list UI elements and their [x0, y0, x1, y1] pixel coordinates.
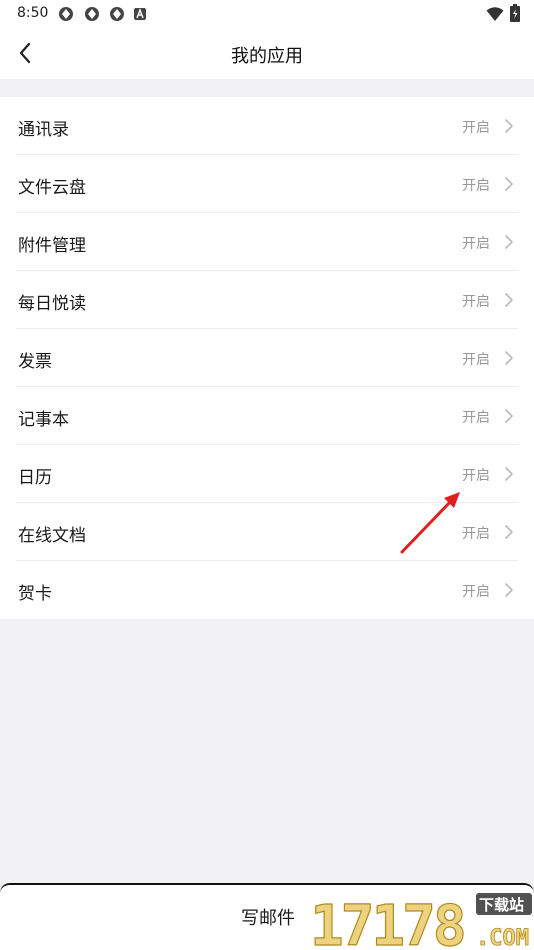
status-bar: 8:50: [0, 0, 534, 28]
item-label: 附件管理: [18, 236, 86, 256]
app-notification-icon: [85, 7, 99, 21]
item-label: 日历: [18, 468, 52, 488]
chevron-right-icon: [505, 351, 513, 365]
nav-bar: 我的应用: [0, 28, 534, 79]
item-label: 发票: [18, 352, 52, 372]
watermark-logo: 17178 下载站 .COM: [309, 893, 532, 950]
item-label: 记事本: [18, 410, 69, 430]
item-status: 开启: [462, 236, 490, 252]
wifi-icon: [486, 7, 504, 21]
list-item-daily-reading[interactable]: 每日悦读 开启: [0, 271, 534, 329]
chevron-right-icon: [505, 583, 513, 597]
list-item-online-docs[interactable]: 在线文档 开启: [0, 503, 534, 561]
list-item-contacts[interactable]: 通讯录 开启: [0, 97, 534, 155]
item-status: 开启: [462, 178, 490, 194]
item-label: 通讯录: [18, 120, 69, 140]
app-list: 通讯录 开启 文件云盘 开启 附件管理 开启 每日悦读 开启 发票 开启 记事本…: [0, 97, 534, 619]
svg-text:.COM: .COM: [476, 926, 529, 950]
item-status: 开启: [462, 584, 490, 600]
chevron-right-icon: [505, 235, 513, 249]
list-item-attachments[interactable]: 附件管理 开启: [0, 213, 534, 271]
svg-text:17178: 17178: [310, 894, 464, 950]
app-notification-icon: [59, 7, 73, 21]
list-item-invoice[interactable]: 发票 开启: [0, 329, 534, 387]
list-item-greeting-card[interactable]: 贺卡 开启: [0, 561, 534, 619]
chevron-right-icon: [505, 293, 513, 307]
item-label: 文件云盘: [18, 178, 86, 198]
item-status: 开启: [462, 120, 490, 136]
item-label: 在线文档: [18, 526, 86, 546]
item-status: 开启: [462, 468, 490, 484]
chevron-right-icon: [505, 409, 513, 423]
item-status: 开启: [462, 352, 490, 368]
chevron-right-icon: [505, 119, 513, 133]
list-item-calendar[interactable]: 日历 开启: [0, 445, 534, 503]
list-item-notepad[interactable]: 记事本 开启: [0, 387, 534, 445]
item-status: 开启: [462, 526, 490, 542]
chevron-right-icon: [505, 467, 513, 481]
list-item-cloud-drive[interactable]: 文件云盘 开启: [0, 155, 534, 213]
page-title: 我的应用: [231, 46, 303, 67]
item-status: 开启: [462, 294, 490, 310]
item-label: 贺卡: [18, 584, 52, 604]
chevron-right-icon: [505, 177, 513, 191]
svg-text:下载站: 下载站: [479, 896, 524, 914]
item-status: 开启: [462, 410, 490, 426]
a-notification-icon: [134, 8, 146, 20]
status-time: 8:50: [17, 5, 49, 21]
battery-icon: [510, 4, 520, 22]
chevron-right-icon: [505, 525, 513, 539]
app-notification-icon: [110, 7, 124, 21]
item-label: 每日悦读: [18, 294, 86, 314]
